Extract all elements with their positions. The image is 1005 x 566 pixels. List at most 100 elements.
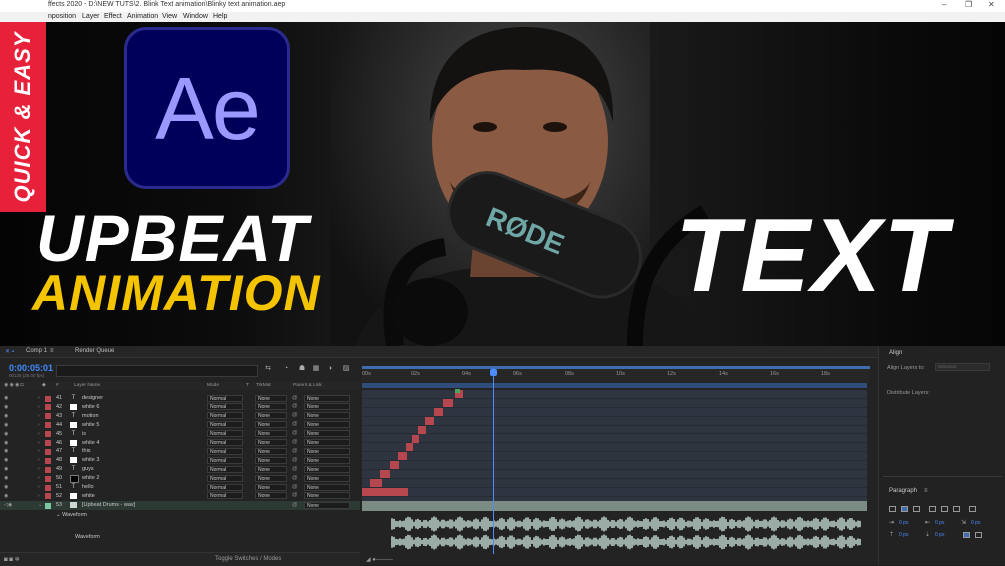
playhead-line[interactable] <box>493 368 494 554</box>
close-icon[interactable]: ✕ <box>988 0 995 9</box>
blend-mode-dropdown[interactable]: Normal <box>207 483 243 491</box>
menu-help[interactable]: Help <box>213 13 227 20</box>
layer-row[interactable]: ◉ › 50 white 2 Normal None @ None <box>0 474 360 484</box>
parent-dropdown[interactable]: None <box>304 474 350 482</box>
panel-menu-icon[interactable]: ≡ <box>924 488 928 494</box>
layer-duration-bar[interactable] <box>425 416 434 425</box>
frame-blending-icon[interactable]: ▦ <box>312 365 320 373</box>
trkmat-dropdown[interactable]: None <box>255 412 287 420</box>
label-color-swatch[interactable] <box>45 440 51 446</box>
parent-dropdown[interactable]: None <box>304 465 350 473</box>
toggle-switches-modes[interactable]: Toggle Switches / Modes <box>215 556 281 562</box>
indent-left-value[interactable]: 0 px <box>899 520 908 526</box>
pickwhip-icon[interactable]: @ <box>292 484 298 490</box>
align-target-dropdown[interactable]: Selection <box>935 363 990 371</box>
indent-right-icon[interactable]: ⇤ <box>925 519 930 526</box>
time-ruler[interactable]: 00s 02s 04s 06s 08s 10s 12s 14s 16s 18s <box>362 366 870 382</box>
layer-name[interactable]: white 2 <box>82 475 99 481</box>
trkmat-dropdown[interactable]: None <box>255 456 287 464</box>
layer-name[interactable]: white 4 <box>82 440 99 446</box>
layer-row[interactable]: ◉ › 42 white 6 Normal None @ None <box>0 403 360 412</box>
space-after-value[interactable]: 0 px <box>935 532 944 538</box>
parent-dropdown[interactable]: None <box>304 394 350 402</box>
menu-animation[interactable]: Animation <box>127 13 158 20</box>
tab-align[interactable]: Align <box>889 350 902 356</box>
menu-effect[interactable]: Effect <box>104 13 122 20</box>
visibility-eye-icon[interactable]: ◉ <box>4 413 8 419</box>
label-color-swatch[interactable] <box>45 475 51 482</box>
indent-right-value[interactable]: 0 px <box>935 520 944 526</box>
audio-layer-row[interactable]: ◁◉ ⌄ 53 [Upbeat Drums - wav] @ None <box>0 501 360 510</box>
label-color-swatch[interactable] <box>45 457 51 464</box>
layer-row[interactable]: ◉ › 49 Tguys Normal None @ None <box>0 465 360 474</box>
trkmat-dropdown[interactable]: None <box>255 483 287 491</box>
visibility-eye-icon[interactable]: ◉ <box>4 431 8 437</box>
justify-all-icon[interactable] <box>969 506 976 512</box>
trkmat-dropdown[interactable]: None <box>255 439 287 446</box>
pickwhip-icon[interactable]: @ <box>292 421 298 427</box>
layer-name[interactable]: white 3 <box>82 457 99 463</box>
panel-options-icons[interactable]: ◙ ◙ ✲ <box>4 556 20 563</box>
space-before-value[interactable]: 0 px <box>899 532 908 538</box>
justify-right-icon[interactable] <box>953 506 960 512</box>
twirl-closed-icon[interactable]: › <box>38 448 40 454</box>
layer-duration-bar[interactable] <box>398 452 407 461</box>
menu-layer[interactable]: Layer <box>82 13 100 20</box>
draft-3d-icon[interactable]: ◔ <box>282 365 290 373</box>
work-area-bar[interactable] <box>362 383 867 388</box>
audio-layer-bar[interactable] <box>362 501 867 511</box>
blend-mode-dropdown[interactable]: Normal <box>207 474 243 482</box>
pickwhip-icon[interactable]: @ <box>292 466 298 472</box>
timeline-zoom-slider[interactable]: ◢ ●──── <box>362 554 867 565</box>
space-after-icon[interactable]: ⇣ <box>925 531 930 538</box>
visibility-eye-icon[interactable]: ◉ <box>4 440 8 446</box>
toggle-switches-bar[interactable]: ◙ ◙ ✲ Toggle Switches / Modes <box>0 552 360 566</box>
twirl-open-icon[interactable]: ⌄ <box>38 502 42 508</box>
menu-window[interactable]: Window <box>183 13 208 20</box>
label-color-swatch[interactable] <box>45 448 51 455</box>
parent-dropdown[interactable]: None <box>304 501 350 509</box>
twirl-closed-icon[interactable]: › <box>38 395 40 401</box>
layer-row[interactable]: ◉ › 52 white Normal None @ None <box>0 492 360 501</box>
graph-editor-icon[interactable]: ▨ <box>342 365 350 373</box>
visibility-eye-icon[interactable]: ◉ <box>4 404 8 410</box>
blend-mode-dropdown[interactable]: Normal <box>207 403 243 411</box>
layer-name[interactable]: motion <box>82 413 99 419</box>
label-color-swatch[interactable] <box>45 395 51 402</box>
label-color-swatch[interactable] <box>45 466 51 473</box>
layer-row[interactable]: ◉ › 47 Tthis Normal None @ None <box>0 447 360 456</box>
audio-icon[interactable]: ◁◉ <box>4 502 12 508</box>
playhead-handle[interactable] <box>490 369 497 376</box>
layer-duration-bar[interactable] <box>418 425 426 434</box>
twirl-closed-icon[interactable]: › <box>38 431 40 437</box>
justify-center-icon[interactable] <box>941 506 948 512</box>
zoom-out-icon[interactable]: ◢ ●──── <box>366 556 393 563</box>
parent-dropdown[interactable]: None <box>304 403 350 411</box>
menu-view[interactable]: View <box>162 13 177 20</box>
comp-mini-flowchart-icon[interactable]: ⇆ <box>264 365 272 373</box>
trkmat-dropdown[interactable]: None <box>255 447 287 455</box>
label-color-swatch[interactable] <box>45 422 51 429</box>
layer-name-header[interactable]: Layer Name <box>74 383 100 388</box>
label-color-swatch[interactable] <box>45 493 51 500</box>
parent-dropdown[interactable]: None <box>304 483 350 491</box>
layer-name[interactable]: guys <box>82 466 94 472</box>
tab-menu-icon[interactable]: ≡ <box>50 348 54 354</box>
tab-render-queue[interactable]: Render Queue <box>75 348 114 354</box>
label-color-swatch[interactable] <box>45 404 51 411</box>
visibility-eye-icon[interactable]: ◉ <box>4 448 8 454</box>
twirl-closed-icon[interactable]: › <box>38 457 40 463</box>
visibility-eye-icon[interactable]: ◉ <box>4 493 8 499</box>
blend-mode-dropdown[interactable]: Normal <box>207 430 243 438</box>
blend-mode-dropdown[interactable]: Normal <box>207 412 243 420</box>
trkmat-dropdown[interactable]: None <box>255 403 287 411</box>
twirl-closed-icon[interactable]: › <box>38 422 40 428</box>
pickwhip-icon[interactable]: @ <box>292 439 298 445</box>
shy-layers-icon[interactable]: ☗ <box>298 365 306 373</box>
minimize-icon[interactable]: – <box>942 0 946 9</box>
parent-dropdown[interactable]: None <box>304 430 350 438</box>
pickwhip-icon[interactable]: @ <box>292 457 298 463</box>
layer-name[interactable]: designer <box>82 395 103 401</box>
visibility-eye-icon[interactable]: ◉ <box>4 395 8 401</box>
pickwhip-icon[interactable]: @ <box>292 448 298 454</box>
